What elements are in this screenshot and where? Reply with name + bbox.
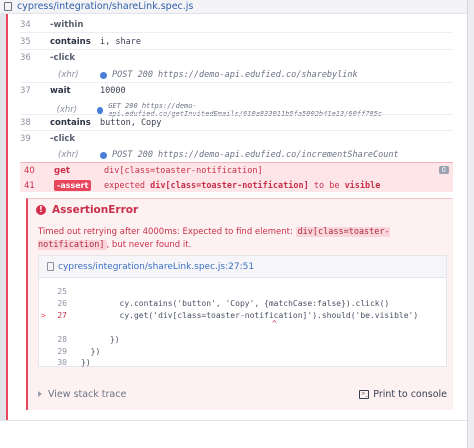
assert-mid: to be — [313, 180, 340, 191]
command-row[interactable]: 39 -click — [20, 134, 453, 144]
command-name: get — [54, 166, 70, 176]
xhr-row[interactable]: (xhr) POST 200 https://demo-api.edufied.… — [20, 150, 453, 160]
assert-message: expected div[class=toaster-notification]… — [104, 181, 380, 191]
code-frame-link[interactable]: cypress/integration/shareLink.spec.js:27… — [58, 262, 254, 272]
assert-tag-wrap: -assert — [54, 180, 104, 191]
error-line-marker-icon: > — [41, 310, 46, 320]
command-name: contains — [50, 118, 91, 128]
view-stack-trace-toggle[interactable]: View stack trace — [38, 389, 126, 400]
line-source: }) — [81, 357, 91, 367]
file-icon — [47, 262, 54, 271]
command-row[interactable]: 38 contains button, Copy — [20, 118, 453, 128]
command-name: wait — [50, 86, 71, 96]
code-line: 28 }) — [39, 333, 446, 345]
print-to-console-button[interactable]: >_ Print to console — [359, 389, 447, 400]
line-source: }) — [81, 346, 101, 356]
xhr-row[interactable]: (xhr) GET 200 https://demo-api.edufied.c… — [20, 102, 453, 118]
element-count-badge: 0 — [438, 166, 449, 174]
error-title: ! AssertionError — [36, 204, 138, 216]
command-name: -click — [50, 53, 76, 63]
print-to-console-label: Print to console — [373, 388, 447, 400]
xhr-message: POST 200 https://demo-api.edufied.co/sha… — [100, 70, 358, 80]
line-number: 30 — [57, 357, 67, 367]
stack-trace-row: View stack trace >_ Print to console — [28, 385, 455, 403]
code-line: 30 }) — [39, 356, 446, 368]
row-divider — [20, 82, 453, 83]
line-number: 27 — [57, 310, 67, 320]
spec-path-link[interactable]: cypress/integration/shareLink.spec.js — [17, 1, 193, 12]
error-circle-icon: ! — [36, 205, 46, 215]
row-divider — [20, 49, 453, 50]
xhr-row[interactable]: (xhr) POST 200 https://demo-api.edufied.… — [20, 70, 453, 80]
stack-trace-label: View stack trace — [48, 388, 127, 400]
error-message: Timed out retrying after 4000ms: Expecte… — [38, 226, 446, 252]
xhr-status-dot-icon — [96, 106, 104, 114]
row-divider — [20, 130, 453, 131]
line-source: }) — [81, 334, 120, 344]
error-panel: ! AssertionError Timed out retrying afte… — [26, 198, 453, 410]
xhr-label: (xhr) — [58, 150, 79, 160]
line-number: 28 — [57, 334, 67, 344]
xhr-status-dot-icon — [100, 71, 107, 79]
spec-file-header[interactable]: cypress/integration/shareLink.spec.js — [0, 0, 474, 14]
code-frame-header: cypress/integration/shareLink.spec.js:27… — [39, 256, 446, 278]
xhr-text: POST 200 https://demo-api.edufied.co/sha… — [112, 70, 358, 80]
bottom-area — [0, 420, 467, 448]
command-number: 36 — [20, 53, 31, 63]
assert-end: visible — [344, 180, 381, 191]
command-row[interactable]: 37 wait 10000 — [20, 86, 453, 96]
command-message: button, Copy — [100, 118, 162, 128]
command-row[interactable]: 36 -click — [20, 53, 453, 63]
failed-get-row[interactable]: 40 get div[class=toaster-notification] — [24, 166, 457, 176]
row-divider — [20, 32, 453, 33]
command-name: -click — [50, 134, 76, 144]
xhr-label: (xhr) — [58, 70, 79, 80]
line-number: 25 — [57, 286, 67, 296]
line-number: 26 — [57, 298, 67, 308]
code-line: 26 cy.contains('button', 'Copy', {matchC… — [39, 297, 446, 309]
assert-tag: -assert — [54, 180, 92, 191]
xhr-status-dot-icon — [100, 151, 107, 159]
failed-command-block: 40 get div[class=toaster-notification] 0… — [20, 162, 453, 192]
command-number: 34 — [20, 20, 31, 30]
caret-right-icon — [38, 391, 42, 397]
code-line: 25 — [39, 285, 446, 297]
command-name: -within — [50, 20, 84, 30]
scrollbar-track[interactable] — [467, 0, 474, 448]
assert-pre: expected — [104, 180, 145, 191]
error-msg-pre: Timed out retrying after 4000ms: Expecte… — [38, 227, 293, 237]
file-icon — [4, 2, 12, 11]
error-caret: ^ — [272, 319, 277, 328]
command-message: 10000 — [100, 86, 126, 96]
command-number: 37 — [20, 86, 31, 96]
command-row[interactable]: 34 -within — [20, 20, 453, 30]
code-frame: cypress/integration/shareLink.spec.js:27… — [38, 255, 447, 367]
command-number: 40 — [24, 166, 35, 176]
command-row[interactable]: 35 contains i, share — [20, 37, 453, 47]
xhr-message: GET 200 https://demo-api.edufied.co/getI… — [96, 102, 453, 118]
line-source: cy.get('div[class=toaster-notification]'… — [81, 310, 419, 320]
row-divider — [20, 114, 453, 115]
error-msg-post: , but never found it. — [106, 240, 192, 250]
error-title-text: AssertionError — [52, 204, 139, 216]
command-name: contains — [50, 37, 91, 47]
command-message: i, share — [100, 37, 141, 47]
command-number: 39 — [20, 134, 31, 144]
line-number: 29 — [57, 346, 67, 356]
command-number: 38 — [20, 118, 31, 128]
command-number: 35 — [20, 37, 31, 47]
command-number: 41 — [24, 180, 35, 191]
failed-assert-row[interactable]: 41 -assert expected div[class=toaster-no… — [24, 180, 457, 191]
assert-selector: div[class=toaster-notification] — [150, 180, 309, 191]
xhr-message: POST 200 https://demo-api.edufied.co/inc… — [100, 150, 399, 160]
xhr-text: POST 200 https://demo-api.edufied.co/inc… — [112, 150, 399, 160]
command-message: div[class=toaster-notification] — [104, 166, 263, 176]
failed-test-rail — [6, 14, 8, 420]
terminal-icon: >_ — [359, 389, 370, 399]
code-line-error: > 27 cy.get('div[class=toaster-notificat… — [39, 309, 446, 321]
xhr-text: GET 200 https://demo-api.edufied.co/getI… — [108, 102, 383, 118]
line-source: cy.contains('button', 'Copy', {matchCase… — [81, 298, 390, 308]
